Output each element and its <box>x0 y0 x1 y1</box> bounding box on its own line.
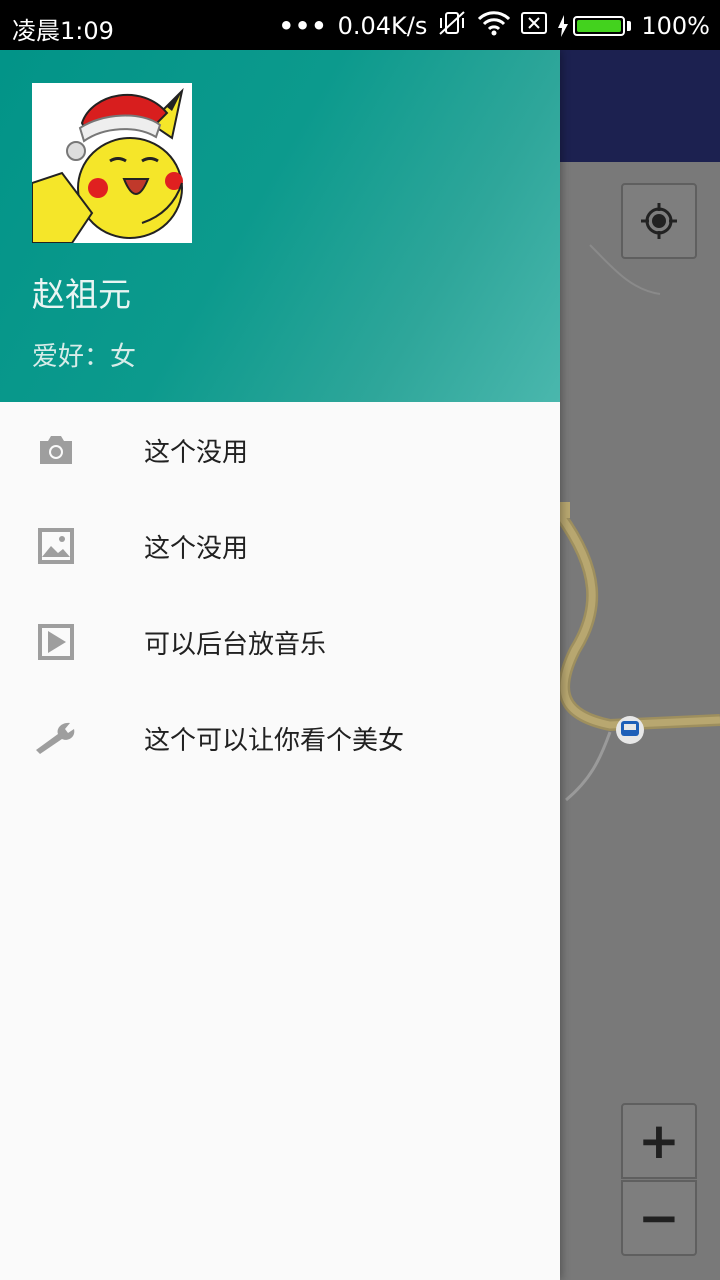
navigation-drawer: 赵祖元 爱好：女 这个没用 这个没用 可以后台放音乐 这个可以让你看个美女 <box>0 50 560 1280</box>
network-speed: 0.04K/s <box>337 12 428 40</box>
status-bar: 凌晨1:09 ••• 0.04K/s 100% <box>0 0 720 50</box>
drawer-menu: 这个没用 这个没用 可以后台放音乐 这个可以让你看个美女 <box>0 402 560 786</box>
status-time: 凌晨1:09 <box>12 17 114 45</box>
crosshair-icon <box>641 203 677 239</box>
menu-item-gallery[interactable]: 这个没用 <box>0 498 560 594</box>
notification-dots: ••• <box>278 12 328 40</box>
image-icon <box>34 524 78 568</box>
zoom-out-button[interactable]: − <box>621 1180 697 1256</box>
charging-icon <box>558 15 569 37</box>
status-indicators: ••• 0.04K/s 100% <box>279 10 710 42</box>
camera-icon <box>34 428 78 472</box>
user-hobby: 爱好：女 <box>32 342 137 372</box>
pikachu-avatar-image <box>32 83 192 243</box>
menu-item-camera[interactable]: 这个没用 <box>0 402 560 498</box>
user-name: 赵祖元 <box>32 275 131 314</box>
battery-icon <box>557 15 632 37</box>
menu-item-label: 这个没用 <box>144 437 249 468</box>
battery-tip <box>627 21 632 31</box>
play-icon <box>34 620 78 664</box>
zoom-in-button[interactable]: + <box>621 1103 697 1179</box>
battery-body <box>573 16 626 36</box>
menu-item-label: 这个可以让你看个美女 <box>144 725 405 756</box>
locate-button[interactable] <box>621 183 697 259</box>
avatar[interactable] <box>32 83 192 243</box>
drawer-header: 赵祖元 爱好：女 <box>0 50 560 402</box>
battery-percent: 100% <box>641 12 710 40</box>
wifi-icon <box>477 10 511 42</box>
menu-item-label: 这个没用 <box>144 533 249 564</box>
menu-item-beauty[interactable]: 这个可以让你看个美女 <box>0 690 560 786</box>
battery-fill <box>577 20 622 32</box>
wrench-icon <box>34 716 78 760</box>
menu-item-music[interactable]: 可以后台放音乐 <box>0 594 560 690</box>
menu-item-label: 可以后台放音乐 <box>144 629 327 660</box>
vibrate-off-icon <box>437 10 467 42</box>
sim-icon <box>521 12 548 40</box>
